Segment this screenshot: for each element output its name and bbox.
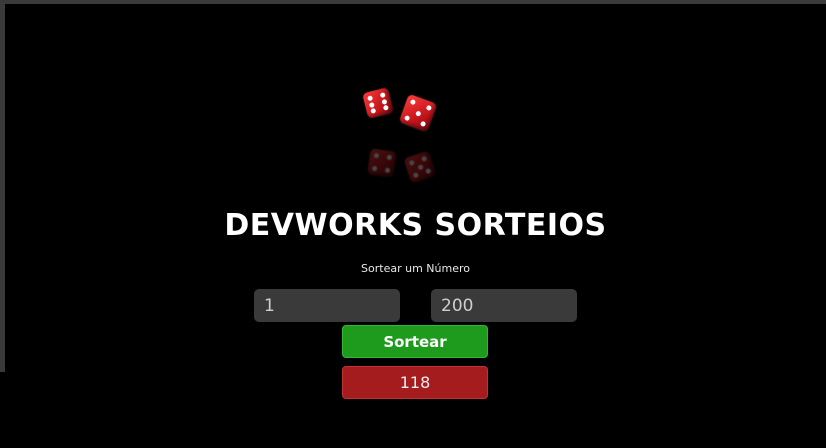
dice-reflection-icon bbox=[367, 148, 397, 178]
max-number-input[interactable] bbox=[431, 289, 577, 322]
app-stage: DEVWORKS SORTEIOS Sortear um Número Sort… bbox=[5, 4, 826, 448]
dice-logo bbox=[359, 86, 449, 196]
page-title: DEVWORKS SORTEIOS bbox=[224, 208, 607, 243]
min-number-input[interactable] bbox=[254, 289, 400, 322]
dice-reflection-icon bbox=[403, 150, 437, 184]
draw-button[interactable]: Sortear bbox=[342, 325, 488, 358]
result-display: 118 bbox=[342, 366, 488, 399]
dice-icon bbox=[362, 87, 394, 119]
dice-icon bbox=[398, 93, 438, 133]
page-subtitle: Sortear um Número bbox=[361, 262, 470, 275]
